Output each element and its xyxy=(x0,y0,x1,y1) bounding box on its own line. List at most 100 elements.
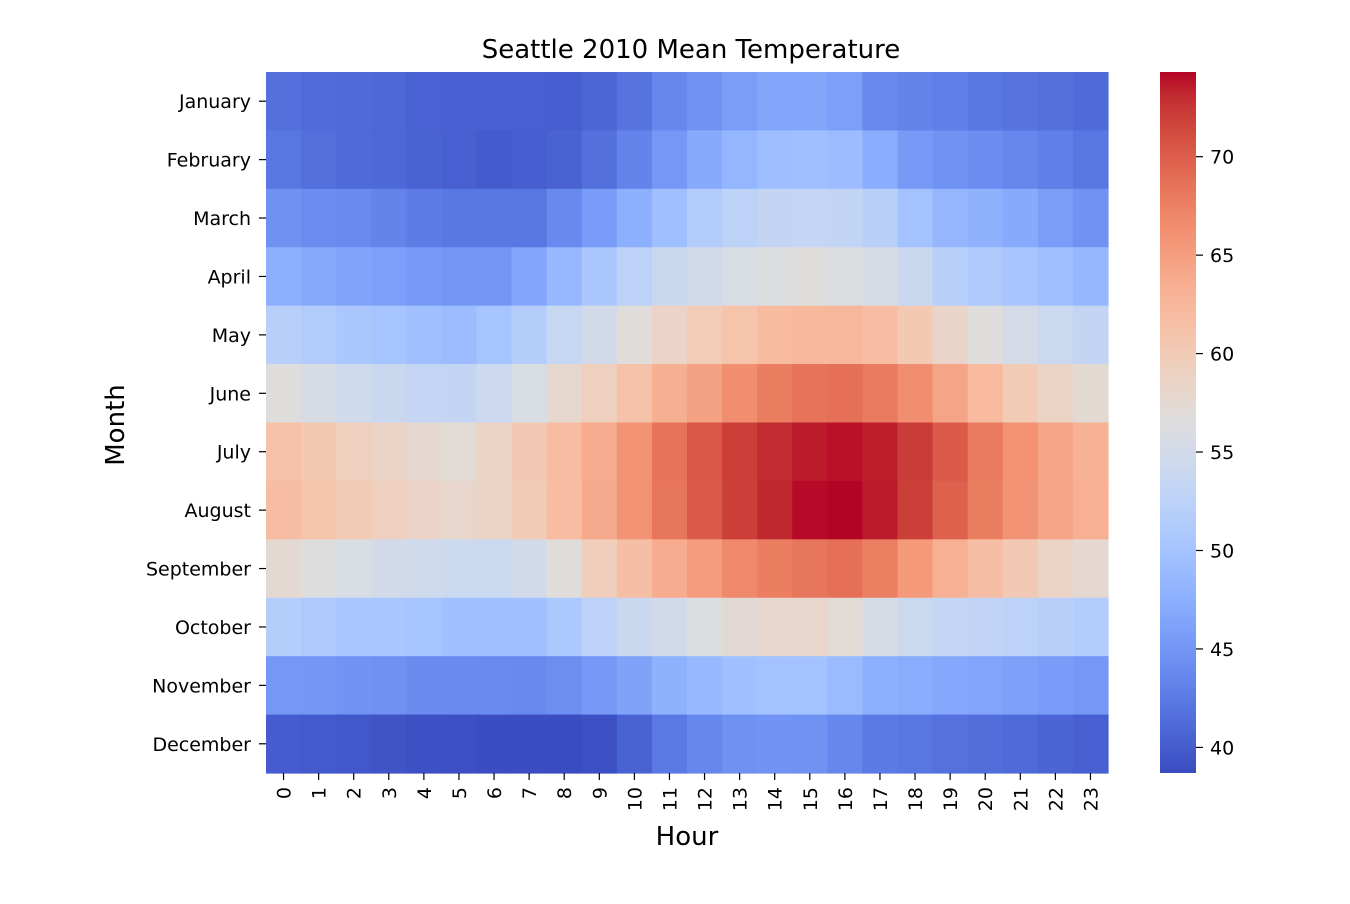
heatmap-cell-august-6 xyxy=(476,480,513,540)
heatmap-cell-may-20 xyxy=(967,305,1004,365)
heatmap-cell-july-22 xyxy=(1037,422,1074,482)
heatmap-cell-january-10 xyxy=(616,72,653,132)
heatmap-cell-july-11 xyxy=(651,422,688,482)
heatmap-cell-august-9 xyxy=(581,480,618,540)
colorbar-tick-label: 60 xyxy=(1210,344,1234,366)
heatmap-cell-june-6 xyxy=(476,364,513,424)
y-tick-label: December xyxy=(152,734,251,756)
x-tick-label: 6 xyxy=(484,787,506,799)
heatmap-cell-february-17 xyxy=(862,130,899,190)
heatmap-cell-february-9 xyxy=(581,130,618,190)
heatmap-cell-january-22 xyxy=(1037,72,1074,132)
heatmap-cell-october-10 xyxy=(616,597,653,657)
heatmap-cell-august-17 xyxy=(862,480,899,540)
heatmap-cell-december-14 xyxy=(757,714,793,774)
heatmap-cell-december-15 xyxy=(792,714,828,774)
heatmap-cell-november-14 xyxy=(757,656,793,716)
heatmap-cell-april-12 xyxy=(687,247,723,307)
heatmap-cell-march-19 xyxy=(932,188,969,248)
x-tick-label: 18 xyxy=(905,787,927,811)
heatmap-cell-april-3 xyxy=(371,247,407,307)
heatmap-cell-december-4 xyxy=(406,714,443,774)
heatmap-cell-january-15 xyxy=(792,72,828,132)
y-tick-label: July xyxy=(216,442,251,464)
heatmap-cell-january-20 xyxy=(967,72,1004,132)
heatmap-cell-january-4 xyxy=(406,72,443,132)
heatmap-cell-march-2 xyxy=(336,188,372,248)
heatmap-cell-june-0 xyxy=(266,364,302,424)
heatmap-cell-december-13 xyxy=(722,714,758,774)
heatmap-cell-december-9 xyxy=(581,714,618,774)
heatmap-cell-november-21 xyxy=(1002,656,1039,716)
heatmap-cell-june-12 xyxy=(687,364,723,424)
heatmap-cell-september-1 xyxy=(301,539,337,599)
heatmap-cell-may-7 xyxy=(511,305,548,365)
x-axis: 0 1 2 3 4 5 6 7 8 9 10 11 12 13 14 15 16 17 18 19 20 21 22 23 xyxy=(274,773,1102,811)
heatmap-cell-april-10 xyxy=(616,247,653,307)
colorbar-tick-label: 65 xyxy=(1210,245,1234,267)
heatmap-cell-march-11 xyxy=(651,188,688,248)
heatmap-cell-january-14 xyxy=(757,72,793,132)
heatmap-cell-december-16 xyxy=(827,714,864,774)
heatmap-cell-may-23 xyxy=(1072,305,1109,365)
heatmap-cell-june-1 xyxy=(301,364,337,424)
heatmap-cell-july-3 xyxy=(371,422,407,482)
heatmap-cell-april-18 xyxy=(897,247,934,307)
x-tick-label: 21 xyxy=(1010,787,1032,811)
x-tick-label: 2 xyxy=(344,787,366,799)
heatmap-cell-january-12 xyxy=(687,72,723,132)
heatmap-cell-september-4 xyxy=(406,539,443,599)
heatmap-cell-december-11 xyxy=(651,714,688,774)
heatmap-cell-june-2 xyxy=(336,364,372,424)
heatmap-cell-october-7 xyxy=(511,597,548,657)
heatmap-cell-july-5 xyxy=(441,422,478,482)
heatmap-cell-december-2 xyxy=(336,714,372,774)
heatmap-cell-february-3 xyxy=(371,130,407,190)
heatmap-cell-january-19 xyxy=(932,72,969,132)
heatmap-cell-june-9 xyxy=(581,364,618,424)
heatmap-cell-june-13 xyxy=(722,364,758,424)
heatmap-cell-february-5 xyxy=(441,130,478,190)
heatmap-cell-december-3 xyxy=(371,714,407,774)
heatmap-cell-july-13 xyxy=(722,422,758,482)
heatmap-cell-april-8 xyxy=(546,247,583,307)
heatmap-cell-june-7 xyxy=(511,364,548,424)
heatmap-cell-march-9 xyxy=(581,188,618,248)
heatmap-cell-june-23 xyxy=(1072,364,1109,424)
heatmap-cell-may-18 xyxy=(897,305,934,365)
heatmap-cell-july-16 xyxy=(827,422,864,482)
heatmap-cell-april-17 xyxy=(862,247,899,307)
x-axis-label: Hour xyxy=(656,822,719,852)
heatmap-cell-may-12 xyxy=(687,305,723,365)
y-tick-label: November xyxy=(152,675,251,697)
heatmap-cell-february-14 xyxy=(757,130,793,190)
heatmap-cell-april-1 xyxy=(301,247,337,307)
heatmap-cell-february-1 xyxy=(301,130,337,190)
heatmap-cell-february-22 xyxy=(1037,130,1074,190)
x-tick-label: 4 xyxy=(414,787,436,799)
heatmap-cell-september-19 xyxy=(932,539,969,599)
heatmap-cell-may-13 xyxy=(722,305,758,365)
heatmap-cell-july-4 xyxy=(406,422,443,482)
heatmap-cell-september-9 xyxy=(581,539,618,599)
heatmap-cell-january-8 xyxy=(546,72,583,132)
heatmap-cell-march-4 xyxy=(406,188,443,248)
heatmap-cell-april-6 xyxy=(476,247,513,307)
heatmap-cell-april-21 xyxy=(1002,247,1039,307)
heatmap-cell-january-5 xyxy=(441,72,478,132)
heatmap-cell-june-20 xyxy=(967,364,1004,424)
heatmap-cell-october-6 xyxy=(476,597,513,657)
heatmap-cell-october-19 xyxy=(932,597,969,657)
heatmap-cell-september-22 xyxy=(1037,539,1074,599)
x-tick-label: 13 xyxy=(730,787,752,811)
heatmap-cell-june-21 xyxy=(1002,364,1039,424)
heatmap-cell-march-20 xyxy=(967,188,1004,248)
heatmap-cell-september-18 xyxy=(897,539,934,599)
colorbar-tick-label: 45 xyxy=(1210,639,1234,661)
heatmap-cell-october-12 xyxy=(687,597,723,657)
heatmap-cell-january-17 xyxy=(862,72,899,132)
heatmap-cell-august-15 xyxy=(792,480,828,540)
heatmap-cell-june-14 xyxy=(757,364,793,424)
heatmap-cell-november-18 xyxy=(897,656,934,716)
heatmap-cell-august-13 xyxy=(722,480,758,540)
